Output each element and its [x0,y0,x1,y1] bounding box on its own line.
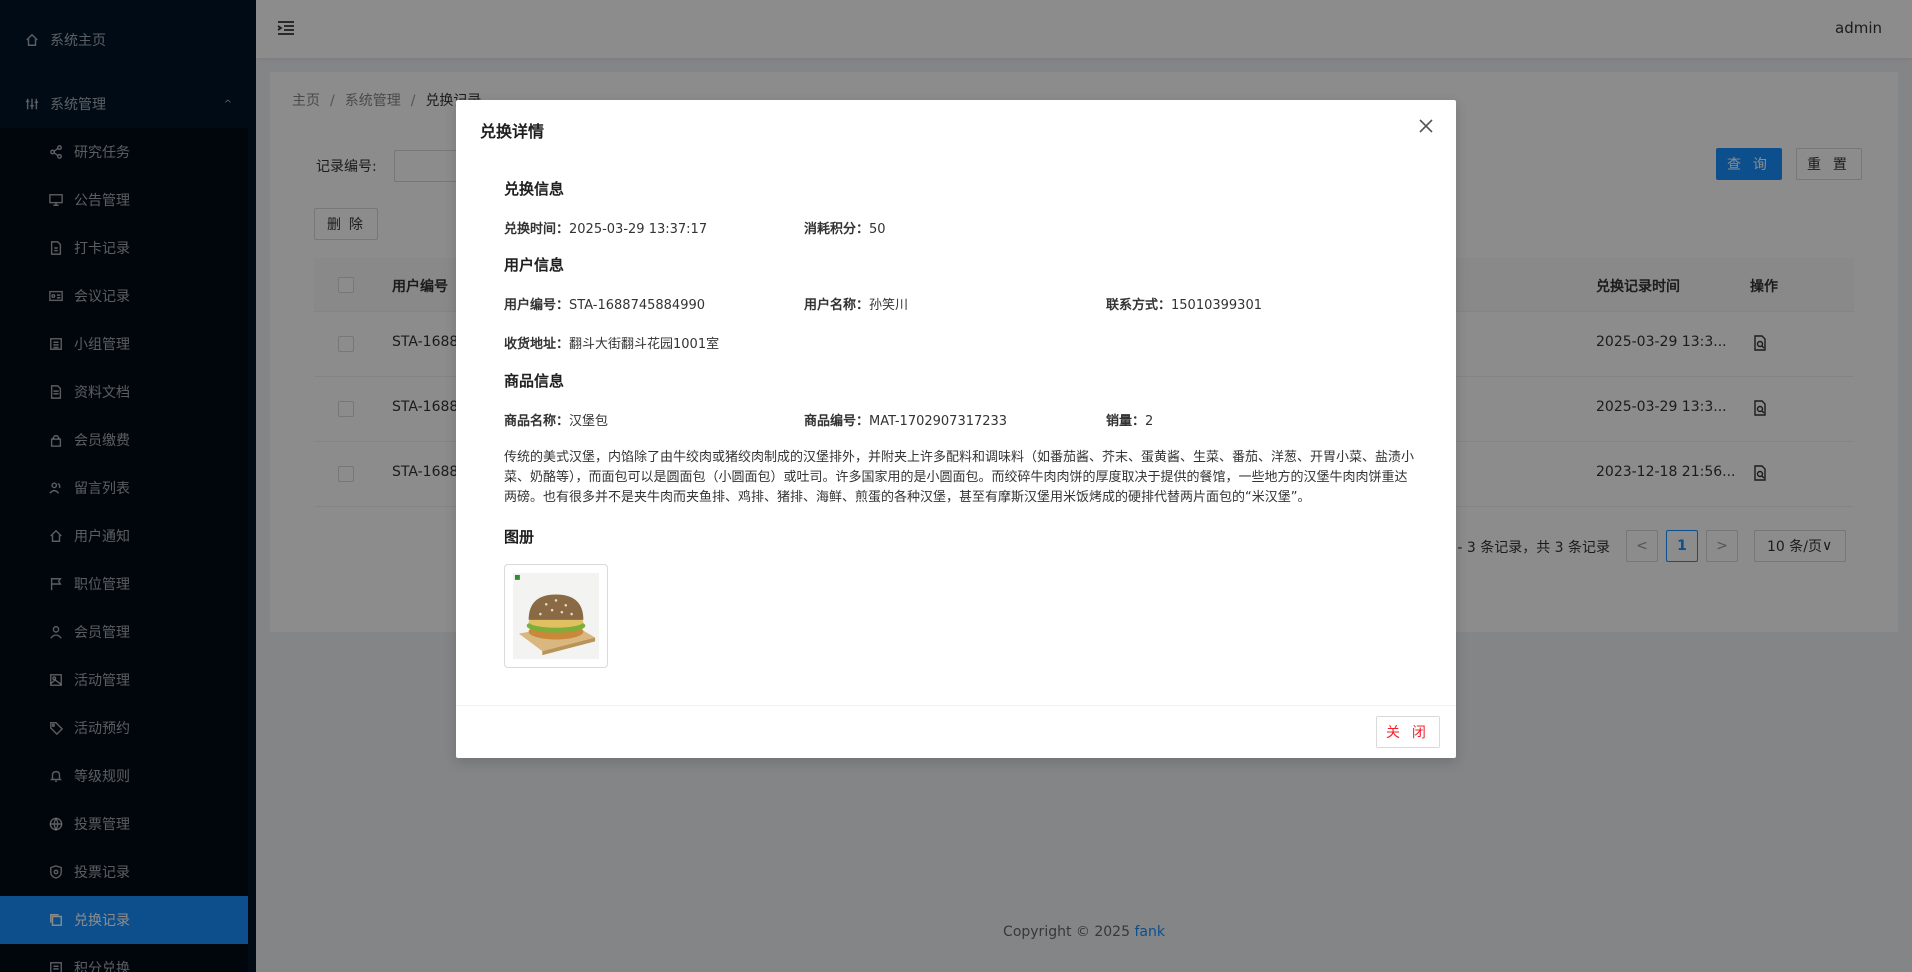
close-icon[interactable] [1414,114,1438,138]
product-description: 传统的美式汉堡，内馅除了由牛绞肉或猪绞肉制成的汉堡排外，并附夹上许多配料和调味料… [504,450,1415,505]
product-sales-value: 2 [1145,414,1154,429]
product-no-value: MAT-1702907317233 [869,414,1008,429]
product-name-value: 汉堡包 [569,414,609,429]
product-sales-label: 销量： [1106,414,1146,429]
product-name: 商品名称：汉堡包 [504,410,608,429]
user-contact: 联系方式：15010399301 [1106,294,1262,313]
user-address-value: 翻斗大街翻斗花园1001室 [569,337,720,352]
user-contact-label: 联系方式： [1106,298,1172,313]
product-no: 商品编号：MAT-1702907317233 [804,410,1007,429]
points-used-label: 消耗积分： [804,222,870,237]
section-product-title: 商品信息 [504,372,565,390]
user-contact-value: 15010399301 [1171,298,1262,313]
album-thumbnail[interactable] [504,564,608,668]
user-name-label: 用户名称： [804,298,870,313]
user-no: 用户编号：STA-1688745884990 [504,294,705,313]
exchange-detail-modal: 兑换详情 兑换信息 兑换时间：2025-03-29 13:37:17 消耗积分：… [456,100,1456,758]
user-no-value: STA-1688745884990 [569,298,706,313]
section-album-title: 图册 [504,528,535,546]
user-name-value: 孙笑川 [869,298,909,313]
exchange-time-value: 2025-03-29 13:37:17 [569,222,708,237]
product-no-label: 商品编号： [804,414,870,429]
user-address: 收货地址：翻斗大街翻斗花园1001室 [504,333,719,352]
user-name: 用户名称：孙笑川 [804,294,908,313]
burger-image [513,573,599,659]
user-no-label: 用户编号： [504,298,570,313]
modal-body: 兑换信息 兑换时间：2025-03-29 13:37:17 消耗积分：50 用户… [456,156,1456,704]
product-sales: 销量：2 [1106,410,1153,429]
section-exchange-title: 兑换信息 [504,180,565,198]
modal-footer: 关 闭 [456,705,1456,758]
exchange-time-label: 兑换时间： [504,222,570,237]
user-address-label: 收货地址： [504,337,570,352]
close-button[interactable]: 关 闭 [1376,716,1440,748]
section-user-title: 用户信息 [504,256,565,274]
modal-title: 兑换详情 [480,122,545,141]
points-used-value: 50 [869,222,886,237]
exchange-time: 兑换时间：2025-03-29 13:37:17 [504,218,707,237]
points-used: 消耗积分：50 [804,218,886,237]
product-name-label: 商品名称： [504,414,570,429]
